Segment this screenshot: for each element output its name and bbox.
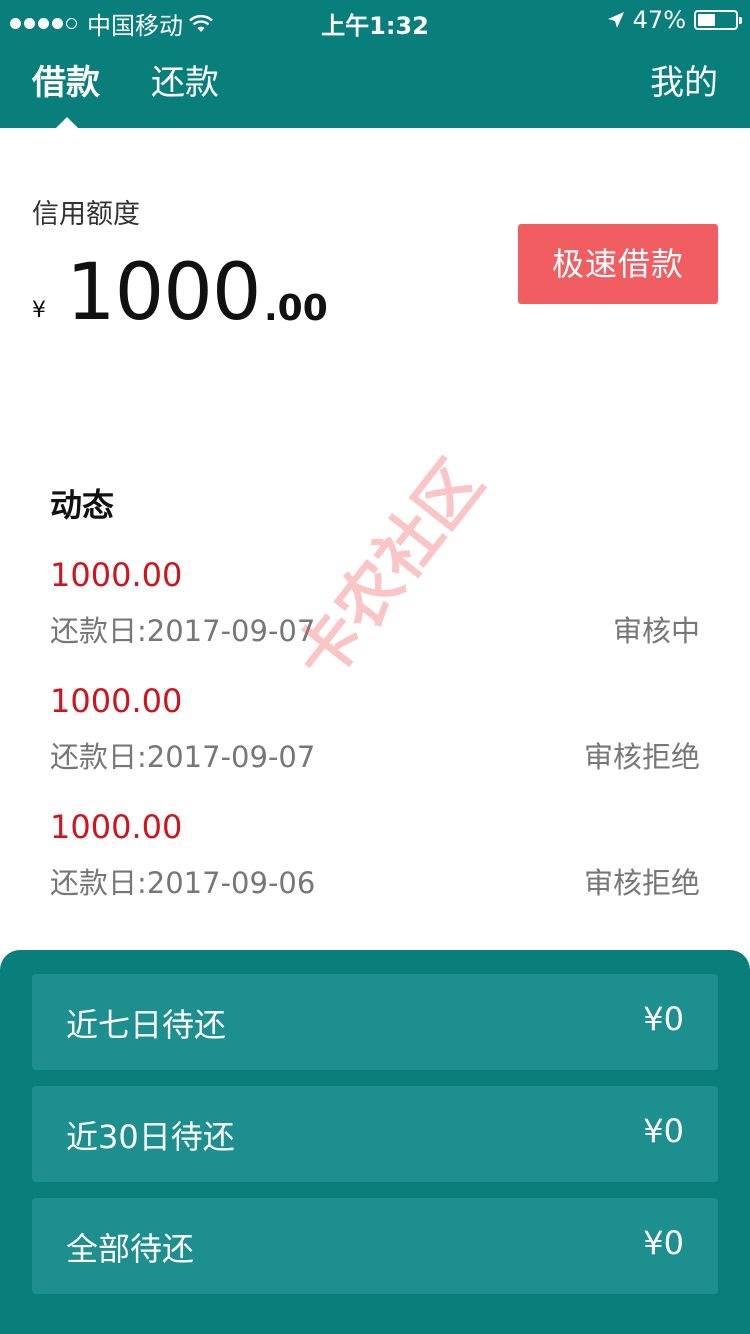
activity-amount: 1000.00 — [50, 808, 183, 846]
activity-status: 审核拒绝 — [583, 740, 700, 774]
credit-limit-label: 信用额度 — [32, 199, 140, 230]
summary-label: 近30日待还 — [66, 1118, 235, 1156]
activity-item[interactable]: 1000.00 还款日:2017-09-07 审核拒绝 — [50, 682, 700, 792]
summary-value: ¥0 — [643, 1224, 684, 1262]
mine-link[interactable]: 我的 — [650, 60, 718, 106]
credit-amount-decimal: .00 — [264, 288, 328, 329]
status-bar-right: 47% — [607, 6, 742, 34]
location-arrow-icon — [607, 12, 624, 28]
activity-status: 审核中 — [612, 614, 700, 648]
activity-due-date: 还款日:2017-09-07 — [50, 740, 316, 774]
summary-label: 近七日待还 — [66, 1006, 227, 1044]
currency-symbol: ¥ — [32, 298, 46, 323]
activity-due-date: 还款日:2017-09-06 — [50, 866, 316, 900]
summary-value: ¥0 — [643, 1112, 684, 1150]
summary-label: 全部待还 — [66, 1230, 195, 1268]
battery-percent: 47% — [632, 6, 686, 34]
repayment-summary-panel: 近七日待还 ¥0 近30日待还 ¥0 全部待还 ¥0 — [0, 950, 750, 1334]
activity-due-date: 还款日:2017-09-07 — [50, 614, 316, 648]
active-tab-indicator — [56, 117, 78, 128]
activity-amount: 1000.00 — [50, 556, 183, 594]
status-bar: 中国移动 上午1:32 47% — [0, 0, 750, 40]
summary-value: ¥0 — [643, 1000, 684, 1038]
tab-borrow[interactable]: 借款 — [32, 60, 100, 106]
activity-amount: 1000.00 — [50, 682, 183, 720]
activity-status: 审核拒绝 — [583, 866, 700, 900]
battery-icon — [694, 10, 742, 30]
tab-repay[interactable]: 还款 — [151, 60, 219, 106]
activity-item[interactable]: 1000.00 还款日:2017-09-06 审核拒绝 — [50, 808, 700, 918]
activity-title: 动态 — [50, 486, 115, 524]
credit-amount-integer: 1000 — [66, 248, 262, 338]
top-nav-bar: 借款 还款 我的 — [0, 40, 750, 128]
summary-card-30-days[interactable]: 近30日待还 ¥0 — [32, 1086, 718, 1182]
activity-item[interactable]: 1000.00 还款日:2017-09-07 审核中 — [50, 556, 700, 666]
battery-fill — [698, 14, 715, 26]
summary-card-7-days[interactable]: 近七日待还 ¥0 — [32, 974, 718, 1070]
quick-loan-button[interactable]: 极速借款 — [518, 224, 718, 304]
summary-card-all[interactable]: 全部待还 ¥0 — [32, 1198, 718, 1294]
